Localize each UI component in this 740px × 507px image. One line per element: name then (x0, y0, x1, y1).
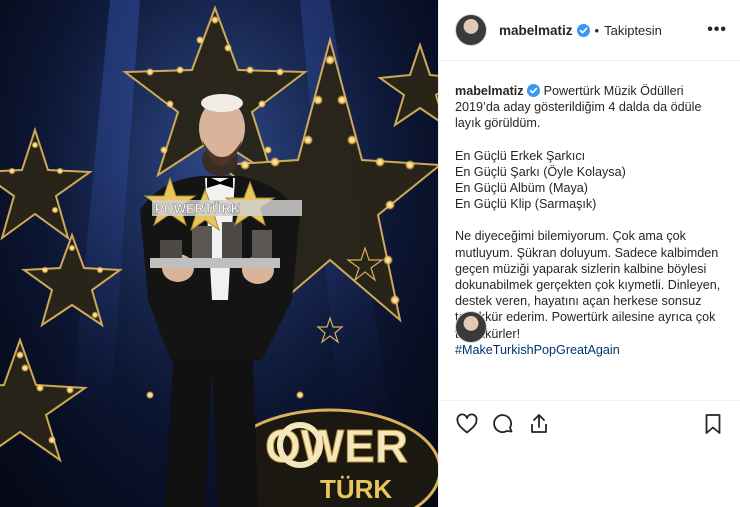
post-actions-bar (439, 400, 740, 447)
award-line: En Güçlü Albüm (Maya) (455, 181, 588, 196)
verified-badge-icon (576, 23, 590, 37)
caption-message: Ne diyeceğimi bilemiyorum. Çok ama çok m… (455, 229, 721, 341)
heart-icon[interactable] (455, 412, 479, 436)
separator-dot: • (594, 22, 600, 38)
svg-text:POWERTÜRK: POWERTÜRK (155, 201, 241, 216)
post-header: mabelmatiz • Takiptesin ••• (439, 0, 740, 61)
award-ceremony-photo: OWER TÜRK POWERTÜRK (0, 0, 438, 507)
hashtag-link[interactable]: #MakeTurkishPopGreatAgain (455, 342, 723, 358)
svg-text:TÜRK: TÜRK (320, 474, 392, 504)
award-line: En Güçlü Klip (Sarmaşık) (455, 197, 597, 212)
username-link[interactable]: mabelmatiz (499, 23, 573, 38)
share-icon[interactable] (527, 412, 551, 436)
comments-area[interactable]: mabelmatiz Powertürk Müzik Ödülleri 2019… (439, 61, 740, 397)
post-caption: mabelmatiz Powertürk Müzik Ödülleri 2019… (455, 83, 723, 358)
post-photo[interactable]: OWER TÜRK POWERTÜRK (0, 0, 438, 507)
verified-badge-icon (527, 84, 541, 97)
follow-status-button[interactable]: Takiptesin (604, 23, 662, 38)
award-line: En Güçlü Erkek Şarkıcı (455, 148, 586, 163)
caption-avatar[interactable] (455, 311, 487, 343)
award-line: En Güçlü Şarkı (Öyle Kolaysa) (455, 164, 626, 179)
comment-icon[interactable] (491, 412, 515, 436)
bookmark-icon[interactable] (701, 412, 725, 436)
caption-username-link[interactable]: mabelmatiz (455, 84, 524, 98)
more-options-button[interactable]: ••• (707, 21, 727, 39)
post-side-panel: mabelmatiz • Takiptesin ••• mabelmatiz P… (438, 0, 740, 507)
avatar[interactable] (455, 14, 487, 46)
